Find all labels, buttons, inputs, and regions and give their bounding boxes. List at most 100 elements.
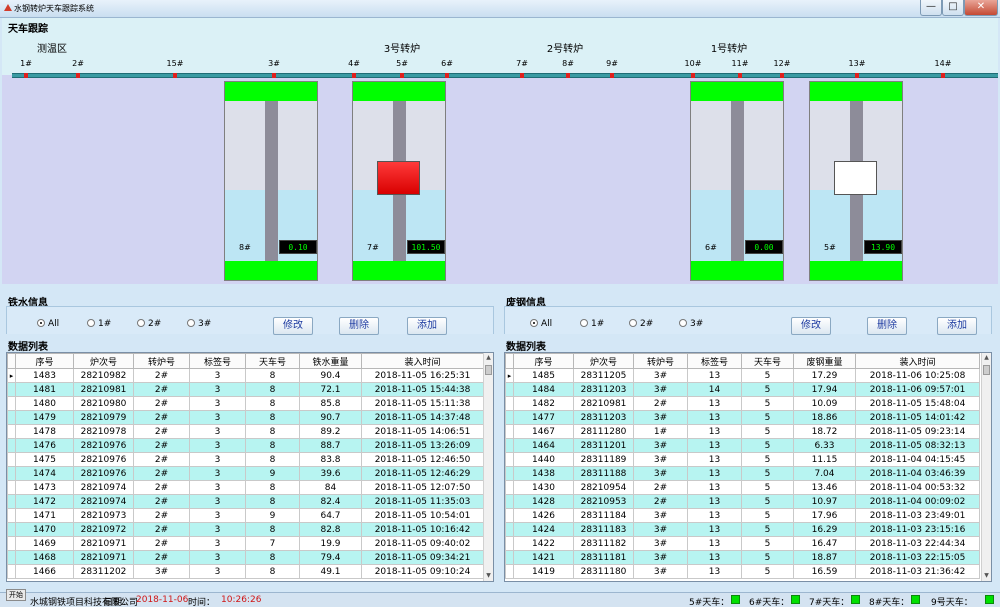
column-header[interactable]: 废钢重量 — [793, 353, 856, 369]
column-header[interactable]: 天车号 — [741, 353, 794, 369]
filter-all-radio[interactable]: All — [530, 319, 552, 329]
scroll-up-icon[interactable]: ▲ — [982, 353, 991, 363]
row-selector[interactable] — [7, 382, 16, 397]
table-row[interactable]: 1464 28311201 3# 13 5 6.33 2018-11-05 08:32:13 — [505, 438, 980, 453]
row-selector[interactable] — [7, 564, 16, 579]
filter-3-radio[interactable]: 3# — [679, 319, 703, 329]
row-selector[interactable] — [7, 550, 16, 565]
row-selector[interactable] — [505, 480, 514, 495]
column-header[interactable]: 转炉号 — [133, 353, 190, 369]
row-selector[interactable]: ▸ — [7, 368, 16, 383]
column-header[interactable]: 装入时间 — [361, 353, 484, 369]
table-row[interactable]: 1482 28210981 2# 13 5 10.09 2018-11-05 15:48:0… — [505, 396, 980, 411]
table-row[interactable]: 1476 28210976 2# 3 8 88.7 2018-11-05 13:26:09 — [7, 438, 484, 453]
column-header[interactable]: 转炉号 — [633, 353, 688, 369]
row-selector[interactable] — [7, 410, 16, 425]
delete-button[interactable]: 删除 — [867, 317, 907, 335]
table-row[interactable]: 1438 28311188 3# 13 5 7.04 2018-11-04 03:46:39 — [505, 466, 980, 481]
row-selector[interactable] — [7, 522, 16, 537]
row-selector[interactable] — [505, 508, 514, 523]
row-selector[interactable] — [7, 508, 16, 523]
scroll-thumb[interactable] — [983, 365, 990, 375]
column-header[interactable]: 标签号 — [687, 353, 742, 369]
edit-button[interactable]: 修改 — [273, 317, 313, 335]
row-selector[interactable] — [505, 438, 514, 453]
column-header[interactable]: 序号 — [513, 353, 574, 369]
table-row[interactable]: 1466 28311202 3# 3 8 49.1 2018-11-05 09:10:24 — [7, 564, 484, 579]
table-row[interactable]: 1428 28210953 2# 13 5 10.97 2018-11-04 00:09:0… — [505, 494, 980, 509]
row-selector[interactable] — [505, 424, 514, 439]
row-selector[interactable] — [505, 396, 514, 411]
filter-all-radio[interactable]: All — [37, 319, 59, 329]
table-row[interactable]: 1470 28210972 2# 3 8 82.8 2018-11-05 10:16:42 — [7, 522, 484, 537]
vertical-scrollbar[interactable]: ▲ ▼ — [483, 353, 493, 581]
row-selector[interactable] — [7, 480, 16, 495]
table-row[interactable]: 1471 28210973 2# 3 9 64.7 2018-11-05 10:54:01 — [7, 508, 484, 523]
row-selector[interactable] — [7, 536, 16, 551]
ladle-7[interactable]: 7# 101.50 — [352, 81, 446, 281]
row-selector[interactable] — [505, 466, 514, 481]
table-row[interactable]: 1475 28210976 2# 3 8 83.8 2018-11-05 12:46:50 — [7, 452, 484, 467]
column-header[interactable]: 炉次号 — [573, 353, 634, 369]
column-header[interactable]: 标签号 — [189, 353, 246, 369]
row-selector[interactable] — [7, 452, 16, 467]
table-row[interactable]: 1474 28210976 2# 3 9 39.6 2018-11-05 12:46:29 — [7, 466, 484, 481]
row-selector[interactable] — [7, 424, 16, 439]
ladle-8[interactable]: 8# 0.10 — [224, 81, 318, 281]
table-row[interactable]: 1421 28311181 3# 13 5 18.87 2018-11-03 22:15:0… — [505, 550, 980, 565]
table-row[interactable]: 1467 28111280 1# 13 5 18.72 2018-11-05 09:23:1… — [505, 424, 980, 439]
table-row[interactable]: 1419 28311180 3# 13 5 16.59 2018-11-03 21:36:4… — [505, 564, 980, 579]
scroll-down-icon[interactable]: ▼ — [484, 571, 493, 581]
table-row[interactable]: 1440 28311189 3# 13 5 11.15 2018-11-04 04:15:4… — [505, 452, 980, 467]
row-selector[interactable] — [7, 466, 16, 481]
row-selector[interactable] — [505, 536, 514, 551]
table-row[interactable]: 1469 28210971 2# 3 7 19.9 2018-11-05 09:40:02 — [7, 536, 484, 551]
table-row[interactable]: 1426 28311184 3# 13 5 17.96 2018-11-03 23:49:0… — [505, 508, 980, 523]
column-header[interactable]: 天车号 — [245, 353, 300, 369]
table-row[interactable]: 1472 28210974 2# 3 8 82.4 2018-11-05 11:35:03 — [7, 494, 484, 509]
close-button[interactable]: ✕ — [964, 0, 998, 16]
maximize-button[interactable]: □ — [942, 0, 964, 16]
table-row[interactable]: 1422 28311182 3# 13 5 16.47 2018-11-03 22:44:3… — [505, 536, 980, 551]
minimize-button[interactable]: — — [920, 0, 942, 16]
table-row[interactable]: 1479 28210979 2# 3 8 90.7 2018-11-05 14:37:48 — [7, 410, 484, 425]
row-selector[interactable] — [505, 550, 514, 565]
row-selector[interactable] — [505, 382, 514, 397]
row-selector[interactable] — [505, 452, 514, 467]
scroll-down-icon[interactable]: ▼ — [982, 571, 991, 581]
row-selector[interactable] — [7, 494, 16, 509]
column-header[interactable]: 序号 — [15, 353, 74, 369]
filter-1-radio[interactable]: 1# — [580, 319, 604, 329]
table-row[interactable]: 1480 28210980 2# 3 8 85.8 2018-11-05 15:11:38 — [7, 396, 484, 411]
row-selector[interactable] — [505, 494, 514, 509]
scroll-thumb[interactable] — [485, 365, 492, 375]
row-selector[interactable] — [505, 522, 514, 537]
row-selector[interactable] — [7, 438, 16, 453]
table-row[interactable]: 1481 28210981 2# 3 8 72.1 2018-11-05 15:44:38 — [7, 382, 484, 397]
table-row[interactable]: ▸ 1483 28210982 2# 3 8 90.4 2018-11-05 16:25:31 — [7, 368, 484, 383]
scroll-up-icon[interactable]: ▲ — [484, 353, 493, 363]
delete-button[interactable]: 删除 — [339, 317, 379, 335]
start-button[interactable]: 开始 — [6, 589, 26, 601]
filter-1-radio[interactable]: 1# — [87, 319, 111, 329]
ladle-6[interactable]: 6# 0.00 — [690, 81, 784, 281]
column-header[interactable]: 炉次号 — [73, 353, 134, 369]
filter-2-radio[interactable]: 2# — [137, 319, 161, 329]
table-row[interactable]: 1430 28210954 2# 13 5 13.46 2018-11-04 00:53:3… — [505, 480, 980, 495]
table-row[interactable]: 1473 28210974 2# 3 8 84 2018-11-05 12:07:50 — [7, 480, 484, 495]
column-header[interactable]: 装入时间 — [855, 353, 980, 369]
add-button[interactable]: 添加 — [937, 317, 977, 335]
filter-3-radio[interactable]: 3# — [187, 319, 211, 329]
ladle-5[interactable]: 5# 13.90 — [809, 81, 903, 281]
table-row[interactable]: 1424 28311183 3# 13 5 16.29 2018-11-03 23:15:1… — [505, 522, 980, 537]
table-row[interactable]: ▸ 1485 28311205 3# 13 5 17.29 2018-11-06 10:25:… — [505, 368, 980, 383]
table-row[interactable]: 1468 28210971 2# 3 8 79.4 2018-11-05 09:34:21 — [7, 550, 484, 565]
column-header[interactable]: 铁水重量 — [299, 353, 362, 369]
filter-2-radio[interactable]: 2# — [629, 319, 653, 329]
row-selector[interactable]: ▸ — [505, 368, 514, 383]
row-selector[interactable] — [505, 410, 514, 425]
table-row[interactable]: 1478 28210978 2# 3 8 89.2 2018-11-05 14:06:51 — [7, 424, 484, 439]
table-row[interactable]: 1484 28311203 3# 14 5 17.94 2018-11-06 09:57:0… — [505, 382, 980, 397]
row-selector[interactable] — [505, 564, 514, 579]
table-row[interactable]: 1477 28311203 3# 13 5 18.86 2018-11-05 14:01:4… — [505, 410, 980, 425]
